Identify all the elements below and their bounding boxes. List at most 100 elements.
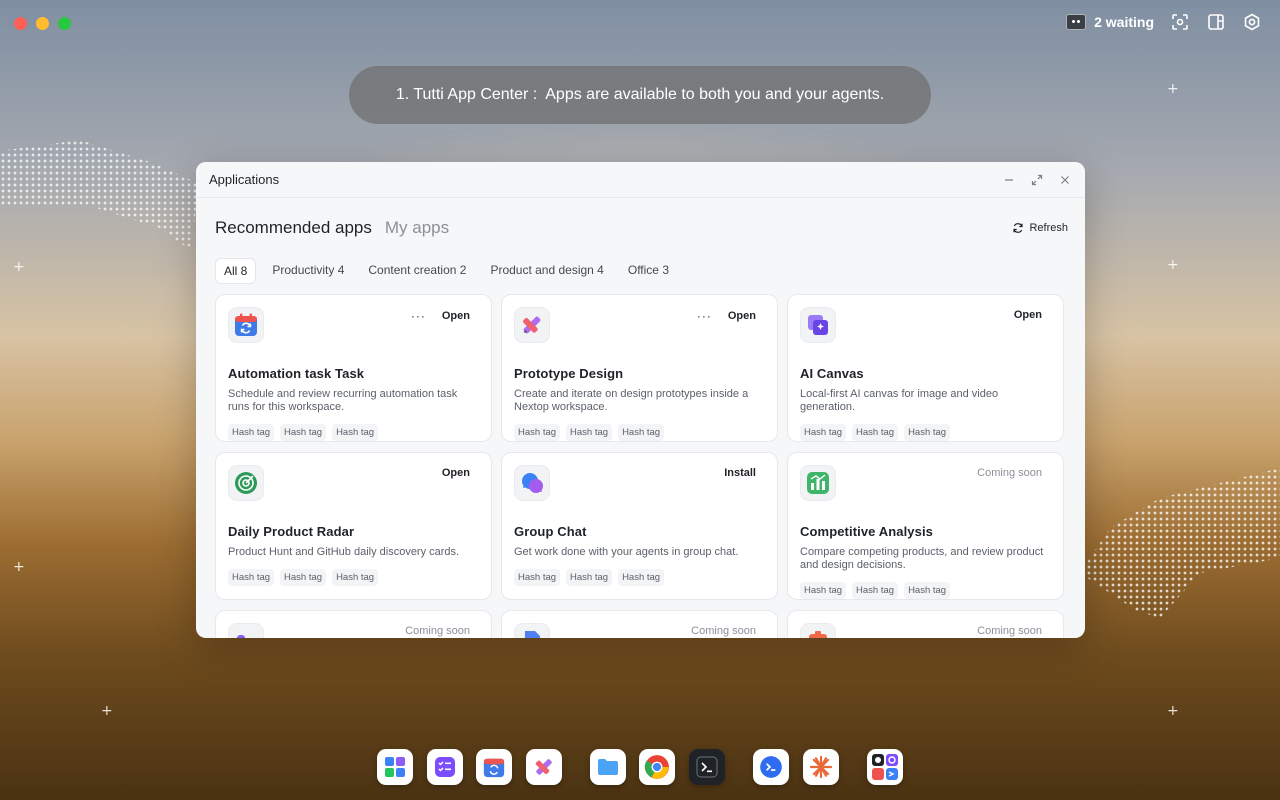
close-dot-button[interactable] (14, 17, 27, 30)
calendar-refresh-icon[interactable] (476, 749, 512, 785)
app-card-prototype-design[interactable]: ··· Open Prototype Design Create and ite… (501, 294, 778, 442)
open-button[interactable]: Open (1014, 309, 1042, 321)
app-tabs: Recommended apps My apps (215, 218, 449, 238)
sparkle-icon: + (101, 703, 113, 719)
app-card-ai-canvas[interactable]: Open AI Canvas Local-first AI canvas for… (787, 294, 1064, 442)
applications-window: Applications Recommended apps My apps Re… (196, 162, 1085, 638)
orange-slides-icon (800, 623, 836, 638)
pen-ruler-icon (514, 307, 550, 343)
hash-tag: Hash tag (852, 424, 899, 441)
tour-banner-text: 1. Tutti App Center : Apps are available… (395, 86, 885, 103)
app-card-competitive-analysis[interactable]: Coming soon Competitive Analysis Compare… (787, 452, 1064, 600)
hash-tag: Hash tag (514, 424, 561, 441)
top-status-bar: 2 waiting (1066, 12, 1262, 32)
filter-office[interactable]: Office 3 (620, 258, 677, 284)
hash-tag: Hash tag (332, 569, 379, 586)
app-card-upcoming-3[interactable]: Coming soon (787, 610, 1064, 638)
tab-recommended-apps[interactable]: Recommended apps (215, 218, 372, 238)
window-titlebar: Applications (196, 162, 1085, 198)
settings-icon[interactable] (1242, 12, 1262, 32)
code-chat-icon[interactable] (753, 749, 789, 785)
scan-icon[interactable] (1170, 12, 1190, 32)
app-description: Local-first AI canvas for image and vide… (800, 388, 999, 413)
app-name: Competitive Analysis (800, 524, 934, 539)
hash-tag: Hash tag (280, 424, 327, 441)
filter-productivity[interactable]: Productivity 4 (264, 258, 352, 284)
app-name: Group Chat (514, 524, 587, 539)
open-button[interactable]: Open (442, 467, 470, 479)
window-title: Applications (209, 172, 280, 187)
refresh-icon (1013, 223, 1024, 233)
close-icon[interactable] (1058, 173, 1072, 187)
minimize-dot-button[interactable] (36, 17, 49, 30)
sparkle-icon: + (1167, 703, 1179, 719)
folder-icon[interactable] (590, 749, 626, 785)
category-filters: All 8 Productivity 4 Content creation 2 … (215, 258, 1066, 284)
checklist-icon[interactable] (427, 749, 463, 785)
open-button[interactable]: Open (728, 310, 756, 322)
decorative-dotted-hand-right (1080, 468, 1280, 618)
terminal-icon[interactable] (689, 749, 725, 785)
hash-tag: Hash tag (618, 569, 665, 586)
app-name: Automation task Task (228, 366, 365, 381)
document-icon (514, 623, 550, 638)
hash-tag: Hash tag (904, 424, 951, 441)
refresh-button[interactable]: Refresh (1012, 222, 1068, 234)
app-name: AI Canvas (800, 366, 864, 381)
open-button[interactable]: Open (442, 310, 470, 322)
hash-tag: Hash tag (566, 424, 613, 441)
app-name: Prototype Design (514, 366, 624, 381)
layout-panel-icon[interactable] (1206, 12, 1226, 32)
hash-tag: Hash tag (852, 582, 899, 599)
filter-product-and-design[interactable]: Product and design 4 (482, 258, 611, 284)
app-description: Schedule and review recurring automation… (228, 388, 458, 413)
hash-tag: Hash tag (332, 424, 379, 441)
app-card-upcoming-2[interactable]: Coming soon (501, 610, 778, 638)
coming-soon-label: Coming soon (405, 625, 470, 637)
sparkle-icon: + (1167, 257, 1179, 273)
app-description: Get work done with your agents in group … (514, 546, 739, 558)
app-card-upcoming-1[interactable]: Coming soon (215, 610, 492, 638)
hash-tag: Hash tag (228, 569, 275, 586)
coming-soon-label: Coming soon (691, 625, 756, 637)
app-description: Product Hunt and GitHub daily discovery … (228, 546, 460, 558)
more-options-button[interactable]: ··· (411, 309, 426, 323)
app-grid-icon[interactable] (377, 749, 413, 785)
hash-tag: Hash tag (566, 569, 613, 586)
filter-content-creation[interactable]: Content creation 2 (360, 258, 474, 284)
tour-banner: 1. Tutti App Center : Apps are available… (349, 66, 931, 124)
burst-icon[interactable] (803, 749, 839, 785)
more-options-button[interactable]: ··· (697, 309, 712, 323)
calendar-refresh-icon (228, 307, 264, 343)
coming-soon-label: Coming soon (977, 625, 1042, 637)
canvas-sparkle-icon (800, 307, 836, 343)
window-traffic-lights (14, 17, 71, 30)
app-grid: ··· Open Automation task Task Schedule a… (215, 294, 1066, 638)
minimize-icon[interactable] (1002, 173, 1016, 187)
chat-bubbles-icon (514, 465, 550, 501)
app-card-group-chat[interactable]: Install Group Chat Get work done with yo… (501, 452, 778, 600)
maximize-dot-button[interactable] (58, 17, 71, 30)
sparkle-icon: + (1167, 81, 1179, 97)
robot-icon (1066, 14, 1087, 30)
expand-icon[interactable] (1030, 173, 1044, 187)
filter-all[interactable]: All 8 (215, 258, 257, 284)
bar-chart-icon (800, 465, 836, 501)
hash-tag: Hash tag (618, 424, 665, 441)
tab-my-apps[interactable]: My apps (385, 218, 449, 238)
decorative-dotted-hand-left (0, 140, 200, 250)
hash-tag: Hash tag (800, 424, 847, 441)
chrome-icon[interactable] (639, 749, 675, 785)
app-card-automation-task[interactable]: ··· Open Automation task Task Schedule a… (215, 294, 492, 442)
tools-cluster-icon[interactable] (867, 749, 903, 785)
hash-tag: Hash tag (514, 569, 561, 586)
waiting-status[interactable]: 2 waiting (1066, 14, 1154, 30)
radar-icon (228, 465, 264, 501)
app-card-daily-product-radar[interactable]: Open Daily Product Radar Product Hunt an… (215, 452, 492, 600)
app-description: Create and iterate on design prototypes … (514, 388, 749, 413)
install-button[interactable]: Install (724, 467, 756, 479)
purple-blocks-icon (228, 623, 264, 638)
pen-ruler-icon[interactable] (526, 749, 562, 785)
coming-soon-label: Coming soon (977, 467, 1042, 479)
waiting-label: 2 waiting (1094, 14, 1154, 30)
